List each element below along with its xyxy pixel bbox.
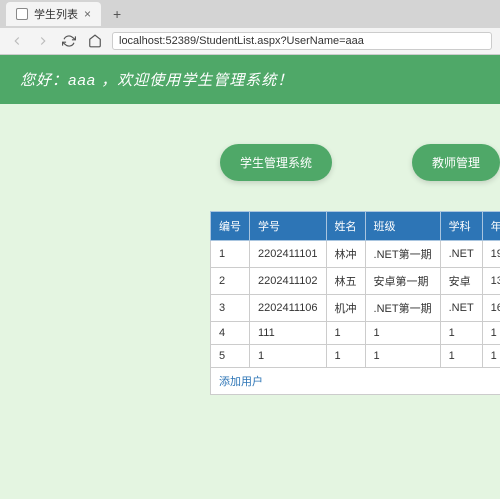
back-button[interactable] — [8, 32, 26, 50]
content-area: 学生管理系统 教师管理 编号 学号 姓名 班级 学科 年龄 电话 1220241… — [0, 104, 500, 395]
home-button[interactable] — [86, 32, 104, 50]
table-cell: 13 — [482, 268, 500, 295]
table-row[interactable]: 22202411102林五安卓第一期安卓1318825685 — [211, 268, 500, 295]
table-cell: 1 — [211, 241, 250, 268]
new-tab-button[interactable]: + — [107, 6, 127, 22]
table-row[interactable]: 5111111 — [211, 345, 500, 368]
table-cell: 111 — [250, 322, 327, 345]
url-bar[interactable]: localhost:52389/StudentList.aspx?UserNam… — [112, 32, 492, 50]
table-cell: .NET — [440, 295, 482, 322]
welcome-text: 您好：aaa ，欢迎使用学生管理系统！ — [20, 72, 293, 89]
table-cell: 5 — [211, 345, 250, 368]
col-id: 编号 — [211, 212, 250, 241]
table-cell: 4 — [211, 322, 250, 345]
page-viewport: 您好：aaa ，欢迎使用学生管理系统！ 学生管理系统 教师管理 编号 学号 姓名… — [0, 55, 500, 499]
tab-favicon — [16, 8, 28, 20]
table-cell: 1 — [250, 345, 327, 368]
table-cell: 安卓 — [440, 268, 482, 295]
table-cell: 16 — [482, 295, 500, 322]
col-studentno: 学号 — [250, 212, 327, 241]
table-cell: 3 — [211, 295, 250, 322]
table-cell: 1 — [440, 345, 482, 368]
table-header-row: 编号 学号 姓名 班级 学科 年龄 电话 — [211, 212, 500, 241]
table-cell: 林冲 — [326, 241, 365, 268]
table-cell: 1 — [482, 345, 500, 368]
table-cell: .NET第一期 — [365, 295, 440, 322]
table-cell: 1 — [440, 322, 482, 345]
table-cell: 1 — [482, 322, 500, 345]
col-name: 姓名 — [326, 212, 365, 241]
teacher-system-button[interactable]: 教师管理 — [412, 144, 500, 181]
tab-close-icon[interactable]: × — [84, 7, 91, 21]
nav-bar: localhost:52389/StudentList.aspx?UserNam… — [0, 28, 500, 54]
refresh-button[interactable] — [60, 32, 78, 50]
table-body: 12202411101林冲.NET第一期.NET1918825685222024… — [211, 241, 500, 395]
col-age: 年龄 — [482, 212, 500, 241]
col-class: 班级 — [365, 212, 440, 241]
table-row[interactable]: 12202411101林冲.NET第一期.NET1918825685 — [211, 241, 500, 268]
table-cell: 2202411101 — [250, 241, 327, 268]
add-user-link[interactable]: 添加用户 — [211, 368, 500, 395]
table-cell: .NET第一期 — [365, 241, 440, 268]
table-cell: 1 — [365, 322, 440, 345]
col-subject: 学科 — [440, 212, 482, 241]
student-table-wrap: 编号 学号 姓名 班级 学科 年龄 电话 12202411101林冲.NET第一… — [210, 211, 500, 395]
table-cell: 2202411106 — [250, 295, 327, 322]
welcome-banner: 您好：aaa ，欢迎使用学生管理系统！ — [0, 55, 500, 104]
table-cell: 2202411102 — [250, 268, 327, 295]
table-cell: 2 — [211, 268, 250, 295]
pill-buttons: 学生管理系统 教师管理 — [280, 144, 500, 181]
table-cell: 机冲 — [326, 295, 365, 322]
table-cell: 1 — [326, 345, 365, 368]
table-row[interactable]: 411111111 — [211, 322, 500, 345]
table-cell: 1 — [326, 322, 365, 345]
table-cell: 安卓第一期 — [365, 268, 440, 295]
table-row[interactable]: 32202411106机冲.NET第一期.NET1618825444 — [211, 295, 500, 322]
url-text: localhost:52389/StudentList.aspx?UserNam… — [119, 35, 485, 47]
add-user-row[interactable]: 添加用户 — [211, 368, 500, 395]
student-system-button[interactable]: 学生管理系统 — [220, 144, 332, 181]
table-cell: 19 — [482, 241, 500, 268]
tab-bar: 学生列表 × + — [0, 0, 500, 28]
table-cell: 1 — [365, 345, 440, 368]
table-cell: .NET — [440, 241, 482, 268]
tab-title: 学生列表 — [34, 6, 78, 22]
browser-chrome: 学生列表 × + localhost:52389/StudentList.asp… — [0, 0, 500, 55]
browser-tab[interactable]: 学生列表 × — [6, 2, 101, 26]
student-table: 编号 学号 姓名 班级 学科 年龄 电话 12202411101林冲.NET第一… — [210, 211, 500, 395]
table-cell: 林五 — [326, 268, 365, 295]
forward-button[interactable] — [34, 32, 52, 50]
